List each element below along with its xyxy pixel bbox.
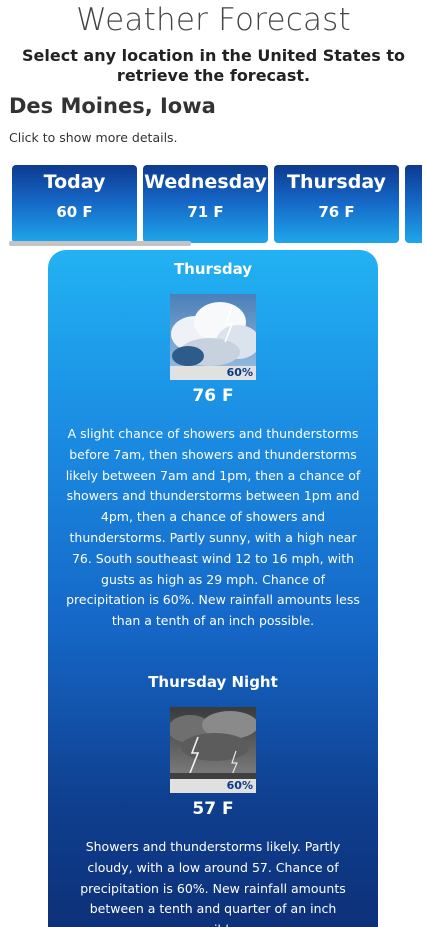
app-title: Weather Forecast bbox=[76, 2, 351, 38]
day-tile-wednesday[interactable]: Wednesday 71 F bbox=[143, 165, 268, 243]
horizontal-scrollbar[interactable] bbox=[9, 241, 191, 246]
forecast-detail-card: Thursday 60% 76 F A slight chance of sho… bbox=[48, 250, 378, 927]
day-name: Thursday bbox=[287, 171, 386, 193]
precip-chance: 60% bbox=[170, 779, 256, 793]
day-temp: 76 F bbox=[318, 203, 355, 221]
details-hint: Click to show more details. bbox=[9, 130, 178, 145]
day-tile-next[interactable] bbox=[405, 165, 422, 243]
period-description: A slight chance of showers and thunderst… bbox=[65, 426, 361, 629]
day-temp: 71 F bbox=[187, 203, 224, 221]
period-night: Thursday Night 60% 57 F Showers and thun… bbox=[48, 673, 378, 927]
period-title: Thursday bbox=[173, 260, 253, 278]
period-day: Thursday 60% 76 F A slight chance of sho… bbox=[48, 260, 378, 632]
precip-chance: 60% bbox=[170, 366, 256, 380]
thunderstorm-night-icon: 60% bbox=[170, 707, 256, 793]
period-description: Showers and thunderstorms likely. Partly… bbox=[80, 839, 346, 927]
thunderstorm-day-icon: 60% bbox=[170, 294, 256, 380]
period-title: Thursday Night bbox=[148, 673, 278, 691]
day-name: Wednesday bbox=[144, 171, 267, 193]
page-subtitle: Select any location in the United States… bbox=[22, 46, 405, 85]
period-temp: 76 F bbox=[192, 386, 234, 406]
day-name: Today bbox=[43, 171, 106, 193]
day-tile-today[interactable]: Today 60 F bbox=[12, 165, 137, 243]
period-temp: 57 F bbox=[192, 799, 234, 819]
forecast-day-strip[interactable]: Today 60 F Wednesday 71 F Thursday 76 F bbox=[12, 165, 422, 243]
day-temp: 60 F bbox=[56, 203, 93, 221]
day-tile-thursday[interactable]: Thursday 76 F bbox=[274, 165, 399, 243]
location-name: Des Moines, Iowa bbox=[9, 94, 216, 118]
